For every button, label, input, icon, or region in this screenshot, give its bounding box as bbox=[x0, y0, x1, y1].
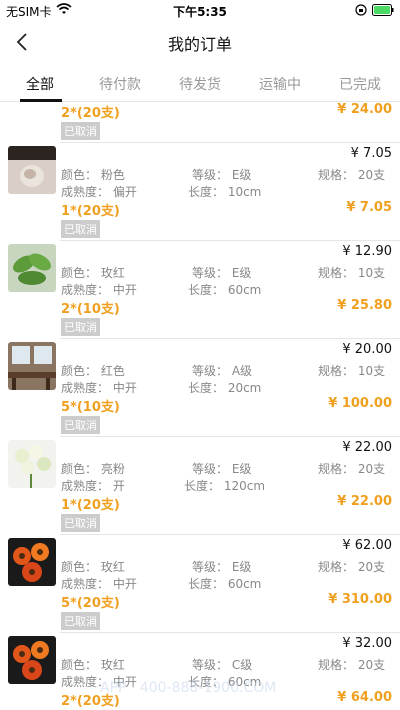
order-quantity: 2*(10支) bbox=[61, 302, 120, 317]
grade-attr: 等级： E级 bbox=[192, 266, 252, 280]
length-attr: 长度： 60cm bbox=[188, 577, 262, 591]
tab-all[interactable]: 全部 bbox=[0, 74, 80, 94]
spec-attr: 规格： 20支 bbox=[318, 168, 386, 182]
maturity-attr: 成熟度： 开 bbox=[61, 479, 125, 493]
color-attr: 颜色： 玫红 bbox=[61, 658, 125, 672]
grade-attr: 等级： E级 bbox=[192, 168, 252, 182]
spec-attr: 规格： 10支 bbox=[318, 266, 386, 280]
maturity-attr: 成熟度： 中开 bbox=[61, 283, 137, 297]
color-attr: 颜色： 玫红 bbox=[61, 266, 125, 280]
tab-pending-shipment[interactable]: 待发货 bbox=[160, 74, 240, 94]
grade-attr: 等级： E级 bbox=[192, 560, 252, 574]
divider bbox=[60, 240, 400, 241]
divider bbox=[60, 632, 400, 633]
order-list[interactable]: 2*(20支) ¥ 24.00 已取消 ¥ 7.05 颜色： 粉色 等级： E级… bbox=[0, 102, 400, 710]
battery-icon bbox=[372, 4, 394, 16]
unit-price: ¥ 32.00 bbox=[342, 636, 392, 651]
status-bar: 无SIM卡 下午5:35 bbox=[0, 0, 400, 22]
maturity-attr: 成熟度： 中开 bbox=[61, 381, 137, 395]
order-total: ¥ 64.00 bbox=[337, 690, 392, 705]
tab-in-transit[interactable]: 运输中 bbox=[240, 74, 320, 94]
unit-price: ¥ 20.00 bbox=[342, 342, 392, 357]
watermark: APP · 400-888-1900.COM bbox=[100, 680, 277, 696]
status-badge: 已取消 bbox=[61, 612, 100, 630]
page-title: 我的订单 bbox=[167, 35, 232, 54]
order-quantity: 5*(20支) bbox=[61, 596, 120, 611]
grade-attr: 等级： A级 bbox=[192, 364, 253, 378]
tab-completed[interactable]: 已完成 bbox=[320, 74, 400, 94]
tab-pending-payment[interactable]: 待付款 bbox=[80, 74, 160, 94]
order-item[interactable]: ¥ 62.00 颜色： 玫红 等级： E级 规格： 20支 成熟度： 中开 长度… bbox=[0, 534, 400, 632]
order-quantity: 2*(20支) bbox=[61, 106, 120, 121]
order-total: ¥ 24.00 bbox=[337, 102, 392, 117]
maturity-attr: 成熟度： 中开 bbox=[61, 577, 137, 591]
spec-attr: 规格： 20支 bbox=[318, 658, 386, 672]
divider bbox=[60, 436, 400, 437]
product-image bbox=[8, 636, 56, 684]
nav-bar: 我的订单 bbox=[0, 22, 400, 62]
unit-price: ¥ 22.00 bbox=[342, 440, 392, 455]
status-badge: 已取消 bbox=[61, 514, 100, 532]
length-attr: 长度： 60cm bbox=[188, 283, 262, 297]
spec-attr: 规格： 10支 bbox=[318, 364, 386, 378]
spec-attr: 规格： 20支 bbox=[318, 462, 386, 476]
order-item[interactable]: ¥ 22.00 颜色： 亮粉 等级： E级 规格： 20支 成熟度： 开 长度：… bbox=[0, 436, 400, 534]
length-attr: 长度： 120cm bbox=[184, 479, 266, 493]
product-image bbox=[8, 146, 56, 194]
grade-attr: 等级： C级 bbox=[192, 658, 253, 672]
length-attr: 长度： 20cm bbox=[188, 381, 262, 395]
order-quantity: 5*(10支) bbox=[61, 400, 120, 415]
color-attr: 颜色： 粉色 bbox=[61, 168, 125, 182]
order-item[interactable]: ¥ 20.00 颜色： 红色 等级： A级 规格： 10支 成熟度： 中开 长度… bbox=[0, 338, 400, 436]
spec-attr: 规格： 20支 bbox=[318, 560, 386, 574]
product-image bbox=[8, 538, 56, 586]
unit-price: ¥ 12.90 bbox=[342, 244, 392, 259]
rotation-lock-icon bbox=[355, 4, 367, 16]
order-total: ¥ 25.80 bbox=[337, 298, 392, 313]
order-tabs: 全部 待付款 待发货 运输中 已完成 bbox=[0, 64, 400, 102]
order-item[interactable]: 2*(20支) ¥ 24.00 已取消 bbox=[0, 102, 400, 140]
order-item[interactable]: ¥ 7.05 颜色： 粉色 等级： E级 规格： 20支 成熟度： 偏开 长度：… bbox=[0, 142, 400, 240]
order-total: ¥ 100.00 bbox=[328, 396, 392, 411]
length-attr: 长度： 10cm bbox=[188, 185, 262, 199]
unit-price: ¥ 7.05 bbox=[350, 146, 392, 161]
color-attr: 颜色： 红色 bbox=[61, 364, 125, 378]
status-badge: 已取消 bbox=[61, 416, 100, 434]
status-time: 下午5:35 bbox=[173, 5, 227, 19]
unit-price: ¥ 62.00 bbox=[342, 538, 392, 553]
divider bbox=[60, 338, 400, 339]
order-quantity: 1*(20支) bbox=[61, 204, 120, 219]
divider bbox=[60, 142, 400, 143]
order-total: ¥ 310.00 bbox=[328, 592, 392, 607]
order-item[interactable]: ¥ 32.00 颜色： 玫红 等级： C级 规格： 20支 成熟度： 中开 长度… bbox=[0, 632, 400, 710]
maturity-attr: 成熟度： 偏开 bbox=[61, 185, 137, 199]
status-badge: 已取消 bbox=[61, 122, 100, 140]
color-attr: 颜色： 亮粉 bbox=[61, 462, 125, 476]
order-total: ¥ 22.00 bbox=[337, 494, 392, 509]
order-quantity: 1*(20支) bbox=[61, 498, 120, 513]
color-attr: 颜色： 玫红 bbox=[61, 560, 125, 574]
product-image bbox=[8, 244, 56, 292]
status-badge: 已取消 bbox=[61, 318, 100, 336]
status-badge: 已取消 bbox=[61, 220, 100, 238]
grade-attr: 等级： E级 bbox=[192, 462, 252, 476]
divider bbox=[60, 534, 400, 535]
order-item[interactable]: ¥ 12.90 颜色： 玫红 等级： E级 规格： 10支 成熟度： 中开 长度… bbox=[0, 240, 400, 338]
product-image bbox=[8, 342, 56, 390]
order-total: ¥ 7.05 bbox=[346, 200, 392, 215]
product-image bbox=[8, 440, 56, 488]
